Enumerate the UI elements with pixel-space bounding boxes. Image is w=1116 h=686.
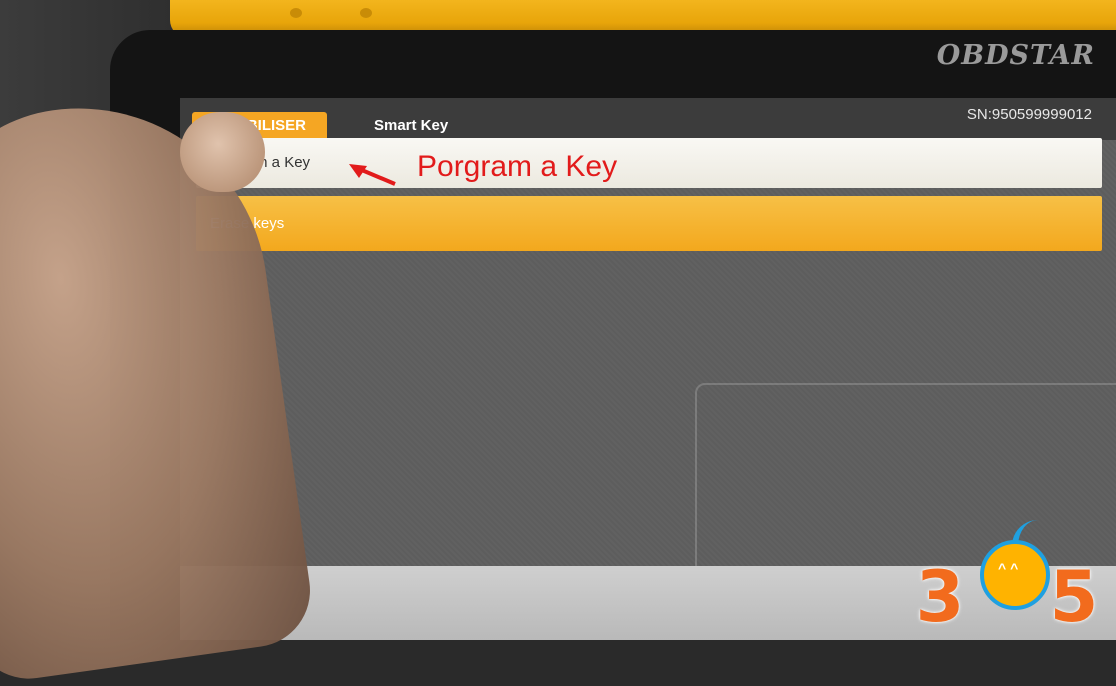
brand-logo: OBDSTAR (936, 40, 1095, 71)
fingertip (180, 112, 265, 192)
watermark-logo: 3 ^ ^ 5 (912, 520, 1112, 640)
serial-number: SN:950599999012 (966, 106, 1092, 123)
smiley-icon: ^ ^ (998, 560, 1019, 576)
menu-item-erase-keys[interactable]: Erase keys (196, 196, 1102, 251)
watermark-digit: 3 (915, 556, 965, 638)
device-dot (290, 8, 302, 18)
screen-header: IMMOBILISER Smart Key SN:950599999012 (180, 98, 1116, 140)
annotation-text: Porgram a Key (417, 150, 618, 183)
annotation-arrow-icon (349, 164, 396, 186)
menu-item-program-key[interactable]: Program a Key (196, 138, 1102, 188)
watermark-digit: 5 (1049, 556, 1099, 638)
tab-smart-key[interactable]: Smart Key (360, 112, 462, 140)
device-dot (360, 8, 372, 18)
